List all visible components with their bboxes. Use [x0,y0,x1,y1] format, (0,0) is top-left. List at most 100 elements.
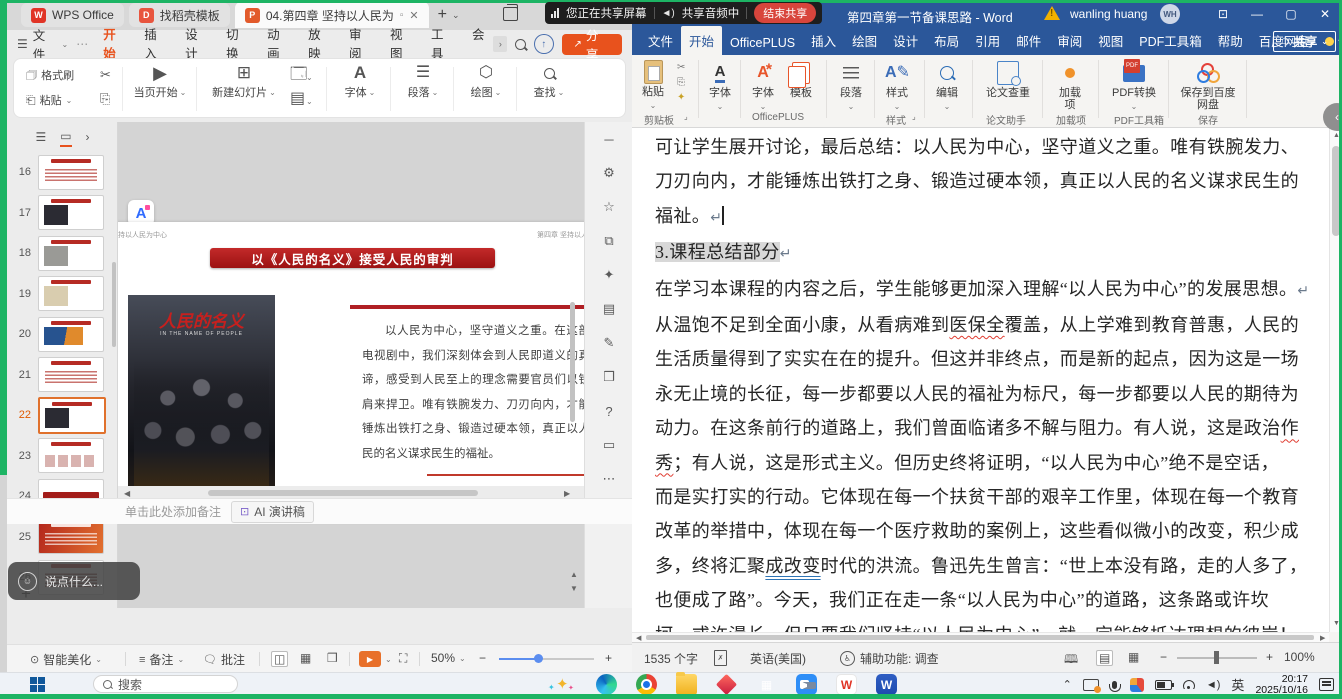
star-icon[interactable]: ☆ [585,190,633,224]
menu-overflow-chevron-icon[interactable]: › [493,36,507,52]
read-mode-button[interactable]: 🕮 [1064,650,1078,671]
word-share-button[interactable]: ☖ 共享 ⌄ [1273,31,1336,52]
paper-check-button[interactable]: 论文查重 [980,61,1036,99]
document-line[interactable]: 在学习本课程的内容之后，学生能够更加深入理解“以人民为中心”的发展思想。↵ [655,272,1323,308]
word-vertical-scrollbar[interactable]: ▲ ▼ [1329,128,1342,632]
taskbar-search-box[interactable]: 搜索 [93,675,238,693]
help-icon[interactable]: ? [585,394,633,428]
zoom-out-button[interactable]: − [479,651,486,665]
document-line[interactable]: 多，终将汇聚成改变时代的洪流。鲁迅先生曾言：“世上本没有路，走的人多了， [655,549,1323,583]
scroll-thumb[interactable] [646,635,1314,640]
ribbon-tab-审阅[interactable]: 审阅 [1049,26,1090,55]
paste-button[interactable]: 粘贴 ⌄ [642,60,664,112]
warning-icon[interactable] [1044,6,1060,20]
new-slide-button[interactable]: ⊞ 新建幻灯片⌄ [204,65,284,100]
document-line[interactable]: 永无止境的长征，每一步都要以人民的福祉为标尺，每一步都要以人民的期待为 [655,377,1323,411]
ribbon-tab-引用[interactable]: 引用 [967,26,1008,55]
ribbon-tab-PDF工具箱[interactable]: PDF工具箱 [1131,26,1210,55]
wps-tray-icon[interactable] [1130,678,1144,692]
slide-thumbnail[interactable] [38,519,104,554]
paragraph-menu-button[interactable]: ☰ 段落⌄ [399,65,447,100]
avatar[interactable]: WH [1160,4,1180,24]
web-layout-button[interactable]: ▦ [1128,650,1139,664]
document-line[interactable]: 坷，或许漫长，但只要我们坚持“以人民为中心”，就一定能够抵达理想的彼岸！↵ [655,618,1323,632]
close-button[interactable]: ✕ [1308,0,1342,28]
officeplus-font-button[interactable]: A⃰ 字体 ⌄ [746,61,780,113]
font-menu-button[interactable]: A 字体 ⌄ [704,61,736,113]
say-something-tooltip[interactable]: ☺ 说点什么... [8,562,140,600]
comment-icon[interactable]: ▭ [585,428,633,462]
word-horizontal-scrollbar[interactable]: ◀ ▶ [632,632,1329,642]
ribbon-tab-邮件[interactable]: 邮件 [1008,26,1049,55]
close-tab-icon[interactable]: ✕ [409,9,418,22]
taskbar-app-diamond[interactable] [716,674,737,695]
collapse-panel-icon[interactable]: › [86,130,90,146]
document-line[interactable]: 刀刃向内，才能锤炼出铁打之身、锻造过硬本领，真正以人民的名义谋求民生的 [655,164,1323,198]
slide-thumbnail[interactable] [38,397,106,434]
language-status[interactable]: 英语(美国) [750,650,806,667]
battery-icon[interactable] [1155,680,1172,690]
outline-view-icon[interactable]: ☰ [35,130,46,146]
find-menu-button[interactable]: 查找⌄ [525,65,573,100]
document-line[interactable]: 动力。在这条前行的道路上，我们曾面临诸多不解与阻力。有人说，这是政治作 [655,411,1323,445]
more-menus-icon[interactable]: ⋯ [76,37,88,51]
beautify-wand-icon[interactable]: ✦ [585,258,633,292]
paste-button[interactable]: ⎗ 粘贴 ⌄ [26,92,72,108]
slide-thumbnail[interactable] [38,195,104,230]
ime-indicator[interactable]: 英 [1231,675,1244,694]
format-painter-icon[interactable]: ✦ [677,91,685,104]
slide-thumbnail[interactable] [38,357,104,392]
ribbon-tab-设计[interactable]: 设计 [885,26,926,55]
zoom-slider-handle[interactable] [534,654,543,663]
cut-icon[interactable]: ✂ [100,67,111,83]
ribbon-display-options-button[interactable]: ⊡ [1206,0,1240,28]
adjust-icon[interactable]: ⚙ [585,156,633,190]
ribbon-tab-视图[interactable]: 视图 [1090,26,1131,55]
taskbar-app-explorer[interactable] [676,674,697,695]
minimize-button[interactable]: — [1240,0,1274,28]
hidden-icons-chevron[interactable]: ⌃ [1063,678,1072,691]
reading-view-button[interactable]: ❒ [327,651,338,665]
collapse-icon[interactable]: ─ [585,122,633,156]
format-painter-button[interactable]: 🗇 格式刷 [26,67,74,83]
pin-icon[interactable]: ▫ [400,10,404,21]
scroll-down-icon[interactable]: ▼ [570,584,578,593]
ai-speech-button[interactable]: ⊡ AI 演讲稿 [231,501,314,523]
scroll-right-icon[interactable]: ▶ [1320,634,1325,642]
cut-icon[interactable]: ✂ [677,61,685,74]
taskbar-app-edge[interactable] [596,674,617,695]
panel-scrollbar[interactable] [112,262,116,347]
taskbar-app-chrome[interactable] [636,674,657,695]
ribbon-tab-文件[interactable]: 文件 [640,26,681,55]
slideshow-button[interactable]: ▶⌄ [359,651,392,667]
ribbon-tab-布局[interactable]: 布局 [926,26,967,55]
cloud-upload-icon[interactable]: ↑ [534,34,554,54]
slide-thumbnail[interactable] [38,236,104,271]
slide-sorter-view-button[interactable]: ▦ [300,651,311,665]
fullscreen-button[interactable]: ⛶ [399,651,407,666]
wps-share-button[interactable]: ↗ 分享 [562,34,623,55]
taskbar-app-meeting[interactable] [796,674,817,695]
copilot-sparkle-icon[interactable]: ✦✦✦ [548,675,578,694]
editing-button[interactable]: 编辑 ⌄ [930,61,964,113]
document-line[interactable]: 3.课程总结部分↵ [655,235,1323,271]
volume-icon[interactable]: ◄) [1206,679,1221,691]
scroll-up-icon[interactable]: ▲ [570,570,578,579]
zoom-slider-track[interactable] [499,658,594,660]
ribbon-tab-插入[interactable]: 插入 [803,26,844,55]
canvas-scrollbar[interactable] [570,302,575,422]
scroll-left-icon[interactable]: ◀ [636,634,641,642]
slide-thumbnail[interactable] [38,276,104,311]
zoom-in-button[interactable]: + [1266,650,1273,664]
normal-view-button[interactable]: ◫ [271,651,288,667]
notes-placeholder[interactable]: 单击此处添加备注 [125,503,221,520]
copy-icon[interactable]: ⎘ [100,91,110,107]
maximize-button[interactable]: ▢ [1274,0,1308,28]
paragraph-menu-button[interactable]: 段落 ⌄ [834,61,868,113]
movie-poster-image[interactable]: 人民的名义 IN THE NAME OF PEOPLE [128,295,275,503]
zoom-slider-handle[interactable] [1214,651,1219,664]
ribbon-tab-OfficePLUS[interactable]: OfficePLUS [722,31,803,55]
screen-cast-icon[interactable] [1083,679,1099,691]
slide-layout-icon[interactable]: 🗔 [290,67,307,83]
copy-icon[interactable]: ⎘ [677,76,685,89]
